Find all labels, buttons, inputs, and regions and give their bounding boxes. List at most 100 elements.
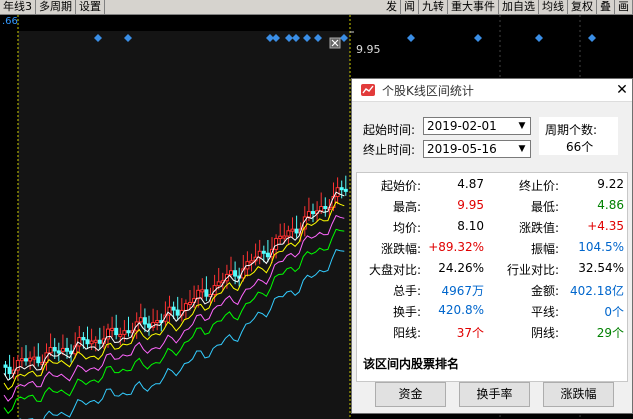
toolbar-draw-button[interactable]: 画: [615, 0, 633, 14]
candle-body: [216, 281, 221, 287]
candle-body: [294, 228, 299, 234]
range-stats-dialog: 个股K线区间统计 ✕ 起始时间: 2019-02-01 ▼ 终止时间: 2019…: [351, 78, 633, 414]
candle-body: [48, 347, 53, 354]
candle-body: [319, 206, 324, 212]
stat-value: 0个: [604, 305, 624, 319]
candle-body: [97, 339, 102, 344]
candle-body: [183, 303, 188, 311]
toolbar-adjust-button[interactable]: 复权: [568, 0, 597, 14]
candle-body: [278, 235, 283, 240]
stat-value: +4.35: [587, 219, 624, 233]
candle-body: [85, 339, 90, 345]
stat-value: 8.10: [457, 219, 484, 233]
toolbar-major-events-button[interactable]: 重大事件: [448, 0, 499, 14]
candle-body: [233, 270, 238, 277]
candle-body: [118, 333, 123, 337]
start-date-picker[interactable]: 2019-02-01 ▼: [423, 117, 531, 135]
period-count-label: 周期个数:: [545, 123, 598, 137]
toolbar-news-button[interactable]: 闻: [401, 0, 419, 14]
dialog-title: 个股K线区间统计: [382, 83, 474, 98]
toolbar-jiuzhuan-button[interactable]: 九转: [419, 0, 448, 14]
candle-body: [65, 347, 69, 352]
stat-label: 阳线:: [392, 326, 421, 340]
stock-chart-icon: [360, 82, 376, 98]
stat-label: 起始价:: [380, 179, 421, 193]
high-price-label: 9.95: [356, 43, 381, 56]
stat-label: 行业对比:: [506, 263, 559, 277]
candle-body: [175, 309, 180, 316]
dialog-titlebar[interactable]: 个股K线区间统计 ✕: [352, 79, 632, 102]
candle-body: [114, 327, 119, 336]
tab-multi-period[interactable]: 多周期: [36, 0, 76, 14]
candle-body: [81, 337, 86, 341]
stat-value: 24.26%: [438, 261, 484, 275]
rank-by-change-button[interactable]: 涨跌幅: [543, 382, 614, 407]
range-close-marker[interactable]: [329, 37, 341, 49]
dropdown-arrow-icon[interactable]: ▼: [516, 120, 528, 132]
candle-body: [147, 323, 151, 328]
stat-label: 平线:: [530, 305, 559, 319]
stat-value: 402.18亿: [570, 284, 624, 298]
stat-label: 振幅:: [530, 242, 559, 256]
candle-body: [257, 250, 262, 258]
candle-body: [196, 289, 201, 300]
candle-body: [24, 358, 28, 362]
rank-by-turnover-button[interactable]: 换手率: [459, 382, 530, 407]
rank-by-fund-button[interactable]: 资金: [375, 382, 446, 407]
candle-body: [339, 187, 344, 191]
toolbar-add-favorite-button[interactable]: 加自选: [499, 0, 539, 14]
candle-body: [188, 301, 192, 305]
period-count-box: 周期个数: 66个: [539, 117, 618, 155]
stat-value: +89.32%: [428, 240, 484, 254]
toolbar-ma-button[interactable]: 均线: [539, 0, 568, 14]
stat-label: 大盘对比:: [368, 263, 421, 277]
end-date-picker[interactable]: 2019-05-16 ▼: [423, 140, 531, 158]
stat-value: 104.5%: [578, 240, 624, 254]
candle-body: [93, 339, 98, 343]
end-time-label: 终止时间:: [363, 143, 416, 157]
candle-body: [110, 327, 115, 331]
candle-body: [311, 211, 315, 215]
candle-body: [7, 366, 12, 375]
candle-body: [60, 347, 65, 352]
candle-body: [89, 340, 94, 345]
toolbar-overlay-button[interactable]: 叠: [597, 0, 615, 14]
stat-label: 均价:: [392, 221, 421, 235]
stat-label: 涨跌值:: [518, 221, 559, 235]
stat-label: 阴线:: [530, 326, 559, 340]
indicator-value: .66: [2, 16, 18, 27]
toolbar-fa-button[interactable]: 发: [383, 0, 401, 14]
stat-value: 4.87: [457, 177, 484, 191]
candle-body: [200, 289, 205, 293]
dropdown-arrow-icon[interactable]: ▼: [516, 143, 528, 155]
candle-body: [171, 306, 176, 311]
candle-body: [32, 356, 37, 360]
stat-value: 9.22: [597, 177, 624, 191]
stat-value: 9.95: [457, 198, 484, 212]
candle-body: [265, 252, 270, 258]
candle-body: [323, 206, 328, 210]
tab-settings[interactable]: 设置: [76, 0, 105, 14]
stat-label: 金额:: [530, 284, 559, 298]
candle-body: [15, 360, 20, 371]
candle-body: [142, 317, 147, 325]
candle-body: [126, 330, 131, 334]
start-date-value: 2019-02-01: [427, 119, 497, 133]
candle-body: [138, 317, 143, 323]
start-time-label: 起始时间:: [363, 123, 416, 137]
tab-yearline[interactable]: 年线3: [0, 0, 36, 14]
candle-body: [204, 289, 209, 297]
candle-body: [3, 364, 8, 368]
stat-label: 总手:: [392, 284, 421, 298]
stat-label: 终止价:: [518, 179, 559, 193]
candle-body: [286, 230, 291, 237]
period-count-value: 66个: [566, 140, 594, 154]
candle-body: [229, 270, 233, 275]
stat-label: 涨跌幅:: [380, 242, 421, 256]
close-icon[interactable]: ✕: [612, 82, 632, 98]
stat-value: 4967万: [441, 284, 484, 298]
stat-value: 37个: [456, 326, 484, 340]
candle-body: [274, 238, 279, 250]
candle-body: [28, 357, 33, 362]
stat-label: 换手:: [392, 305, 421, 319]
